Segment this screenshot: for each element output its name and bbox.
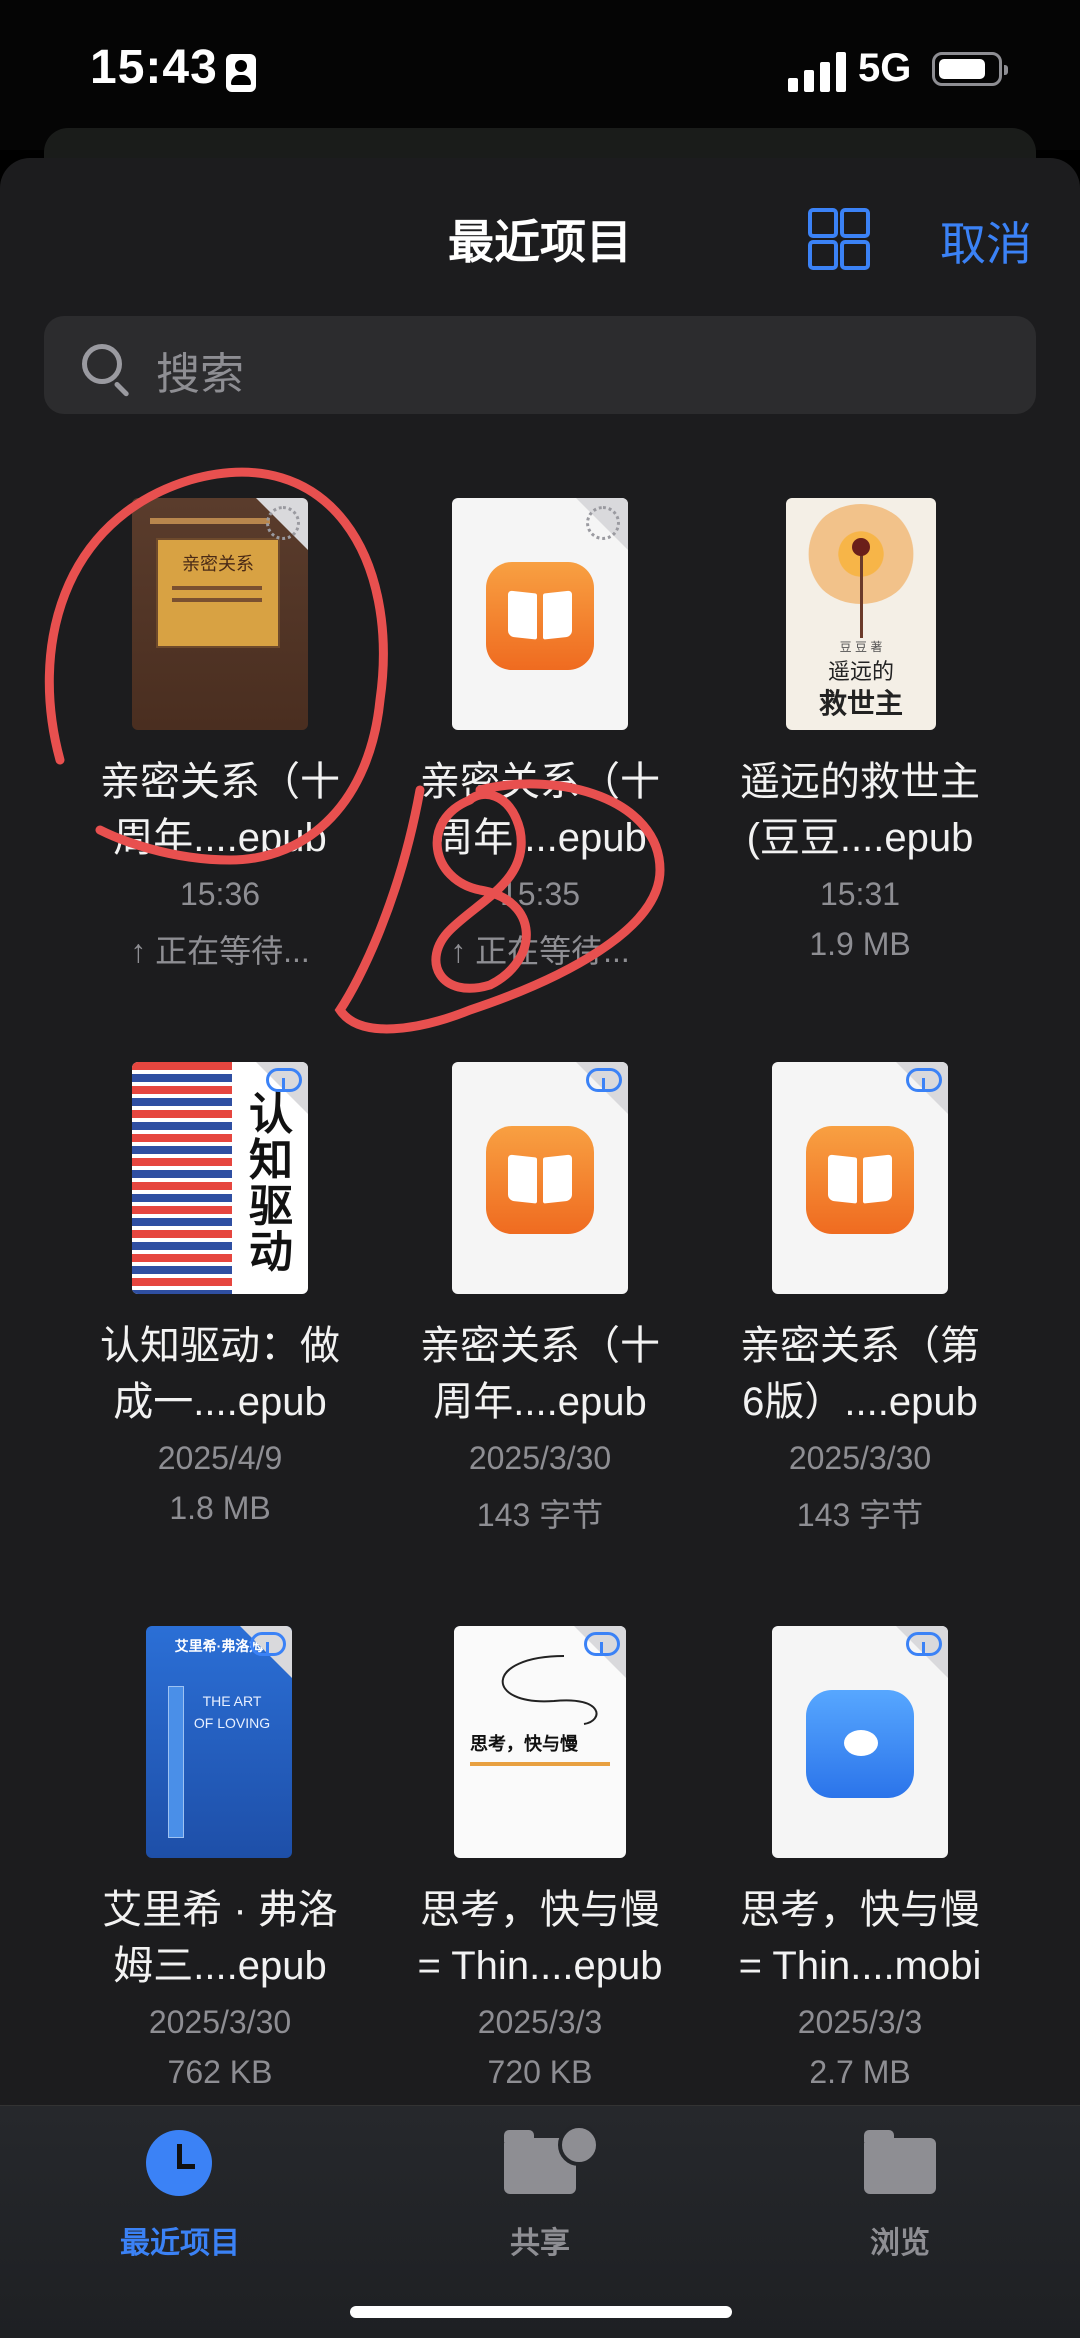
file-size: 720 KB <box>487 2054 593 2090</box>
search-icon <box>82 344 122 384</box>
book-cover-thumbnail: 亲密关系 <box>132 498 308 730</box>
books-app-icon <box>486 562 594 670</box>
tab-bar: 最近项目 共享 浏览 <box>0 2105 1080 2338</box>
reader-app-icon <box>806 1690 914 1798</box>
books-app-icon <box>486 1126 594 1234</box>
file-name-line2: 姆三....epub <box>113 1944 327 1988</box>
book-cover-thumbnail: 思考，快与慢 <box>454 1626 626 1858</box>
books-app-icon <box>806 1126 914 1234</box>
file-name-line2: (豆豆....epub <box>746 816 974 860</box>
cover-title: 思考，快与慢 <box>470 1734 578 1754</box>
document-thumbnail <box>772 1626 948 1858</box>
file-name-line2: 成一....epub <box>113 1380 327 1424</box>
clock-icon <box>146 2130 212 2196</box>
tab-label: 浏览 <box>870 2227 930 2260</box>
cover-title: 亲密关系 <box>182 554 254 575</box>
file-item[interactable]: 亲密关系（十 周年....epub 15:35 ↑ 正在等待... <box>370 498 710 969</box>
uploading-icon <box>266 506 300 540</box>
file-date: 2025/3/3 <box>477 2004 603 2040</box>
book-cover-thumbnail: 豆 豆 著 遥远的 救世主 <box>786 498 936 730</box>
cancel-button[interactable]: 取消 <box>940 208 1032 274</box>
network-type: 5G <box>858 46 912 90</box>
file-name-line1: 亲密关系（十 <box>420 760 660 804</box>
cover-title-2: 救世主 <box>818 687 903 720</box>
file-item[interactable]: 艾里希·弗洛姆 THE ART OF LOVING 艾里希 · 弗洛 姆三...… <box>50 1626 390 2090</box>
file-name-line1: 思考，快与慢 <box>420 1888 660 1932</box>
icloud-download-icon[interactable] <box>250 1632 286 1656</box>
file-name-line1: 亲密关系（十 <box>100 760 340 804</box>
file-date: 15:35 <box>499 876 581 912</box>
search-field[interactable]: 搜索 <box>44 316 1036 414</box>
cover-title: 认知驱动 <box>249 1090 293 1277</box>
icloud-download-icon[interactable] <box>906 1068 942 1092</box>
file-date: 2025/3/30 <box>788 1440 932 1476</box>
file-name-line1: 亲密关系（十 <box>420 1324 660 1368</box>
file-item[interactable]: 认知驱动 认知驱动：做 成一....epub 2025/4/9 1.8 MB <box>50 1062 390 1526</box>
cover-author: 豆 豆 著 <box>839 640 883 654</box>
grid-view-icon[interactable] <box>808 208 870 270</box>
book-cover-thumbnail: 认知驱动 <box>132 1062 308 1294</box>
file-item[interactable]: 亲密关系（十 周年....epub 2025/3/30 143 字节 <box>370 1062 710 1533</box>
file-name-line1: 认知驱动：做 <box>100 1324 340 1368</box>
icloud-download-icon[interactable] <box>586 1068 622 1092</box>
file-name-line2: = Thin....mobi <box>738 1944 982 1988</box>
file-name-line1: 亲密关系（第 <box>740 1324 980 1368</box>
file-status: ↑ 正在等待... <box>130 933 310 969</box>
status-time: 15:43 <box>90 41 218 94</box>
file-name-line1: 艾里希 · 弗洛 <box>102 1888 338 1932</box>
focus-person-icon <box>226 54 256 92</box>
document-thumbnail <box>772 1062 948 1294</box>
uploading-icon <box>586 506 620 540</box>
file-picker-sheet: 最近项目 取消 搜索 亲密关系 亲密关系（十 周年....epub 15:36 … <box>0 158 1080 2337</box>
file-date: 2025/4/9 <box>157 1440 283 1476</box>
icloud-download-icon[interactable] <box>584 1632 620 1656</box>
file-item[interactable]: 思考，快与慢 = Thin....mobi 2025/3/3 2.7 MB <box>690 1626 1030 2090</box>
file-item[interactable]: 思考，快与慢 思考，快与慢 = Thin....epub 2025/3/3 72… <box>370 1626 710 2090</box>
icloud-download-icon[interactable] <box>266 1068 302 1092</box>
cover-title: THE ART OF LOVING <box>193 1693 271 1731</box>
file-size: 143 字节 <box>476 1497 604 1533</box>
file-name-line1: 思考，快与慢 <box>740 1888 980 1932</box>
file-size: 2.7 MB <box>809 2054 911 2090</box>
file-name-line2: 周年....epub <box>113 816 327 860</box>
file-item[interactable]: 亲密关系 亲密关系（十 周年....epub 15:36 ↑ 正在等待... <box>50 498 390 969</box>
file-name-line2: 6版）....epub <box>742 1380 978 1424</box>
folder-icon <box>864 2130 936 2194</box>
search-placeholder: 搜索 <box>156 350 244 399</box>
file-name-line2: 周年....epub <box>433 816 647 860</box>
person-badge-icon <box>558 2124 600 2166</box>
file-status: ↑ 正在等待... <box>450 933 630 969</box>
file-size: 762 KB <box>167 2054 273 2090</box>
file-name-line1: 遥远的救世主 <box>740 760 980 804</box>
file-date: 2025/3/3 <box>797 2004 923 2040</box>
file-size: 143 字节 <box>796 1497 924 1533</box>
tab-label: 最近项目 <box>120 2227 240 2260</box>
file-date: 2025/3/30 <box>468 1440 612 1476</box>
battery-icon <box>932 52 1008 86</box>
file-date: 15:31 <box>819 876 901 912</box>
file-item[interactable]: 亲密关系（第 6版）....epub 2025/3/30 143 字节 <box>690 1062 1030 1533</box>
icloud-download-icon[interactable] <box>906 1632 942 1656</box>
file-size: 1.9 MB <box>809 926 911 962</box>
signal-icon <box>788 52 846 92</box>
file-name-line2: = Thin....epub <box>417 1944 663 1988</box>
book-cover-thumbnail: 艾里希·弗洛姆 THE ART OF LOVING <box>146 1626 292 1858</box>
file-size: 1.8 MB <box>169 1490 271 1526</box>
document-thumbnail <box>452 1062 628 1294</box>
file-name-line2: 周年....epub <box>433 1380 647 1424</box>
page-title: 最近项目 <box>448 216 632 268</box>
document-thumbnail <box>452 498 628 730</box>
tab-label: 共享 <box>510 2227 570 2260</box>
file-date: 15:36 <box>179 876 261 912</box>
home-indicator[interactable] <box>350 2306 732 2318</box>
file-item[interactable]: 豆 豆 著 遥远的 救世主 遥远的救世主 (豆豆....epub 15:31 1… <box>690 498 1030 962</box>
file-date: 2025/3/30 <box>148 2004 292 2040</box>
